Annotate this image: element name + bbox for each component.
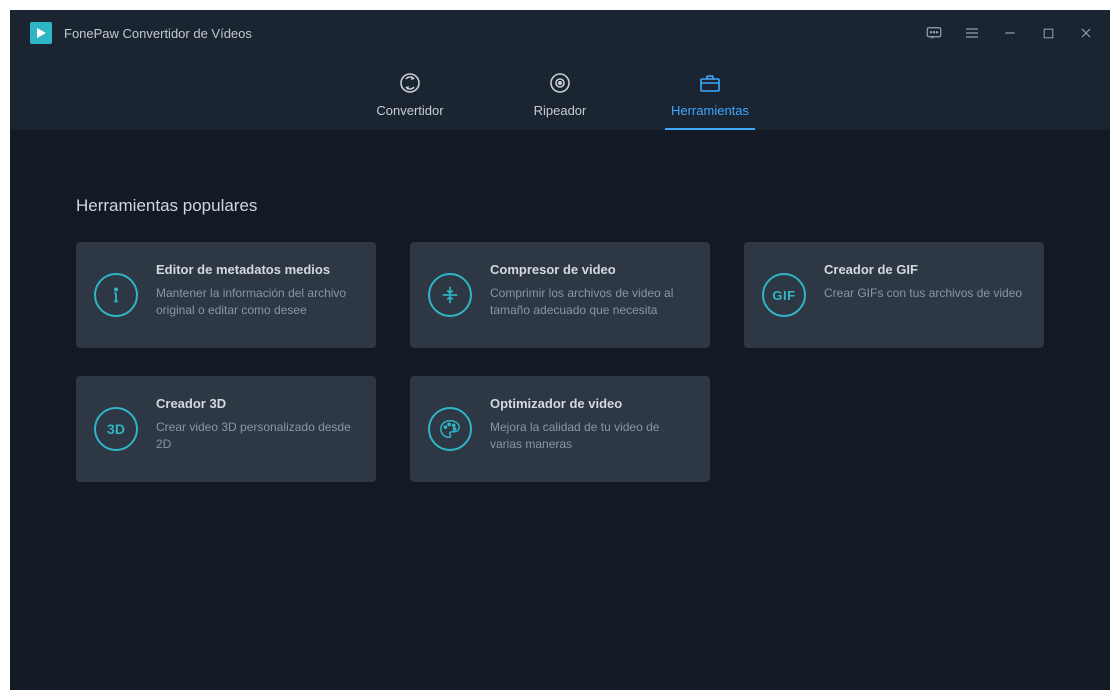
app-title: FonePaw Convertidor de Vídeos bbox=[64, 26, 252, 41]
app-window: FonePaw Convertidor de Vídeos bbox=[10, 10, 1110, 690]
window-controls bbox=[922, 21, 1098, 45]
tab-label: Ripeador bbox=[534, 103, 587, 118]
app-logo-icon bbox=[30, 22, 52, 44]
tools-grid: Editor de metadatos medios Mantener la i… bbox=[76, 242, 1044, 482]
tool-card-video-compressor[interactable]: Compresor de video Comprimir los archivo… bbox=[410, 242, 710, 348]
card-body: Creador de GIF Crear GIFs con tus archiv… bbox=[824, 262, 1022, 328]
title-left: FonePaw Convertidor de Vídeos bbox=[30, 22, 252, 44]
card-body: Compresor de video Comprimir los archivo… bbox=[490, 262, 692, 328]
tool-card-metadata-editor[interactable]: Editor de metadatos medios Mantener la i… bbox=[76, 242, 376, 348]
tab-convertidor[interactable]: Convertidor bbox=[365, 71, 455, 130]
nav-tabs: Convertidor Ripeador Herramientas bbox=[10, 56, 1110, 130]
card-title: Creador 3D bbox=[156, 396, 358, 411]
tool-card-3d-maker[interactable]: 3D Creador 3D Crear video 3D personaliza… bbox=[76, 376, 376, 482]
tab-label: Herramientas bbox=[671, 103, 749, 118]
tools-icon bbox=[698, 71, 722, 95]
maximize-icon[interactable] bbox=[1036, 21, 1060, 45]
card-title: Editor de metadatos medios bbox=[156, 262, 358, 277]
card-desc: Mantener la información del archivo orig… bbox=[156, 285, 358, 320]
compress-icon bbox=[428, 273, 472, 317]
gif-icon: GIF bbox=[762, 273, 806, 317]
minimize-icon[interactable] bbox=[998, 21, 1022, 45]
card-body: Editor de metadatos medios Mantener la i… bbox=[156, 262, 358, 328]
tool-card-gif-maker[interactable]: GIF Creador de GIF Crear GIFs con tus ar… bbox=[744, 242, 1044, 348]
3d-icon: 3D bbox=[94, 407, 138, 451]
info-icon bbox=[94, 273, 138, 317]
ripper-icon bbox=[548, 71, 572, 95]
card-title: Optimizador de video bbox=[490, 396, 692, 411]
3d-icon-text: 3D bbox=[107, 421, 125, 437]
tab-herramientas[interactable]: Herramientas bbox=[665, 71, 755, 130]
tab-ripeador[interactable]: Ripeador bbox=[515, 71, 605, 130]
card-title: Creador de GIF bbox=[824, 262, 1022, 277]
menu-icon[interactable] bbox=[960, 21, 984, 45]
section-title: Herramientas populares bbox=[76, 196, 1044, 216]
title-bar: FonePaw Convertidor de Vídeos bbox=[10, 10, 1110, 56]
card-body: Optimizador de video Mejora la calidad d… bbox=[490, 396, 692, 462]
palette-icon bbox=[428, 407, 472, 451]
tab-label: Convertidor bbox=[376, 103, 443, 118]
card-desc: Crear video 3D personalizado desde 2D bbox=[156, 419, 358, 454]
tool-card-video-optimizer[interactable]: Optimizador de video Mejora la calidad d… bbox=[410, 376, 710, 482]
feedback-icon[interactable] bbox=[922, 21, 946, 45]
card-desc: Mejora la calidad de tu video de varias … bbox=[490, 419, 692, 454]
card-title: Compresor de video bbox=[490, 262, 692, 277]
card-desc: Comprimir los archivos de video al tamañ… bbox=[490, 285, 692, 320]
card-body: Creador 3D Crear video 3D personalizado … bbox=[156, 396, 358, 462]
close-icon[interactable] bbox=[1074, 21, 1098, 45]
main-content: Herramientas populares Editor de metadat… bbox=[10, 130, 1110, 690]
card-desc: Crear GIFs con tus archivos de video bbox=[824, 285, 1022, 302]
convert-icon bbox=[398, 71, 422, 95]
gif-icon-text: GIF bbox=[772, 288, 795, 303]
